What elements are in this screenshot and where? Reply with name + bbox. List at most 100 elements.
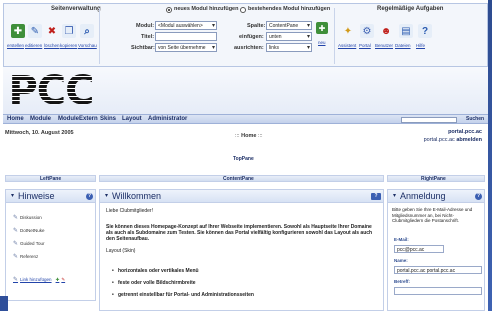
menu-module[interactable]: Module [30, 116, 51, 122]
module-menu-icon[interactable]: ▾ [103, 193, 110, 200]
portal-page: Seitenverwaltung ✚ ✎ ✖ ❐ ⌕ erstellen edi… [0, 0, 488, 311]
link-item-label[interactable]: Referenz [20, 254, 38, 259]
titel-label: Titel: [141, 34, 155, 40]
help-icon[interactable]: ? [418, 24, 432, 38]
ausrichten-select[interactable]: links [266, 43, 312, 52]
link-item-label[interactable]: Guided Tour [20, 241, 44, 246]
preview-page-link[interactable]: Vorschau [78, 43, 97, 48]
add-icon[interactable]: ✚ [56, 277, 60, 282]
pcc-logo[interactable]: PCC [8, 68, 94, 114]
modul-label: Modul: [136, 23, 155, 29]
willkommen-title: Willkommen [112, 191, 162, 201]
titel-input[interactable] [155, 32, 217, 41]
copy-page-link[interactable]: kopieren [60, 43, 77, 48]
link-item[interactable]: ✎ Guided Tour [13, 240, 44, 247]
files-icon[interactable]: ▤ [399, 24, 413, 38]
add-module-icon[interactable]: ✚ [316, 22, 328, 34]
link-item-label[interactable]: DotNetNuke [20, 228, 45, 233]
einfuegen-select[interactable]: unten [266, 32, 312, 41]
add-link-item[interactable]: ✎ Link hinzufügen ✚ ✎ [13, 276, 65, 283]
module-help-icon[interactable]: ? [371, 193, 381, 200]
content-pane-title: ContentPane [223, 176, 254, 182]
delete-page-icon[interactable]: ✖ [45, 24, 59, 38]
add-link-label[interactable]: Link hinzufügen [20, 277, 52, 282]
edit-pencil-icon[interactable]: ✎ [13, 254, 18, 260]
copy-page-icon[interactable]: ❐ [62, 24, 76, 38]
logout-link[interactable]: abmelden [456, 137, 482, 143]
users-link[interactable]: Benutzer [375, 43, 393, 48]
settings-icon[interactable]: ✎ [61, 277, 65, 282]
layout-bullet: horizontales oder vertikales Menü [112, 268, 199, 274]
edit-page-link[interactable]: editieren [25, 43, 42, 48]
logo-text: PCC [8, 68, 94, 114]
users-icon[interactable]: ☻ [379, 24, 393, 38]
menu-module-extern[interactable]: ModuleExtern [58, 116, 98, 122]
header-band: PCC [3, 67, 488, 114]
name-field[interactable]: portal.pcc.ac portal.pcc.ac [394, 266, 482, 274]
edit-pencil-icon[interactable]: ✎ [13, 241, 18, 247]
search-input[interactable] [401, 117, 457, 123]
left-pane-title: LeftPane [40, 176, 62, 182]
module-menu-icon[interactable]: ▾ [9, 193, 16, 200]
preview-page-icon[interactable]: ⌕ [80, 24, 94, 38]
info-bar: Mittwoch, 10. August 2005 ::: Home ::: p… [3, 126, 488, 148]
link-item[interactable]: ✎ DotNetNuke [13, 227, 45, 234]
spalte-select[interactable]: ContentPane [266, 21, 312, 30]
control-panel: Seitenverwaltung ✚ ✎ ✖ ❐ ⌕ erstellen edi… [3, 3, 488, 67]
main-menu: Home Module ModuleExtern Skins Layout Ad… [3, 114, 488, 124]
edit-pencil-icon[interactable]: ✎ [13, 228, 18, 234]
betreff-label: Betreff: [394, 279, 411, 284]
right-pane-title: RightPane [421, 176, 446, 182]
new-module-radio-label: neues Modul hinzufügen [174, 6, 239, 12]
breadcrumb: ::: Home ::: [235, 133, 263, 139]
portal-link[interactable]: Portal [359, 43, 371, 48]
portal-settings-icon[interactable]: ⚙ [360, 24, 374, 38]
module-menu-icon[interactable]: ▾ [391, 193, 398, 200]
create-page-icon[interactable]: ✚ [11, 24, 25, 38]
breadcrumb-suffix: ::: [257, 133, 263, 139]
betreff-field[interactable] [394, 287, 482, 295]
intro-paragraph: Sie können dieses Homepage-Konzept auf I… [106, 224, 373, 242]
willkommen-titlebar: ▾ Willkommen ? [100, 190, 383, 203]
menu-administrator[interactable]: Administrator [148, 116, 187, 122]
panel-divider [334, 8, 335, 64]
files-link[interactable]: Dateien [395, 43, 411, 48]
anmeldung-module: ▾ Anmeldung ? Bitte geben Sie Ihre E-Mai… [387, 189, 485, 311]
breadcrumb-home[interactable]: Home [241, 133, 256, 139]
window-edge [488, 0, 492, 311]
module-help-icon[interactable]: ? [86, 193, 93, 200]
willkommen-module: ▾ Willkommen ? Liebe Clubmitglieder! Sie… [99, 189, 384, 311]
user-name-link[interactable]: portal.pcc.ac [448, 129, 482, 135]
menu-skins[interactable]: Skins [100, 116, 116, 122]
email-label: E-Mail: [394, 237, 409, 242]
email-field[interactable]: pcc@pcc.ac [394, 245, 444, 253]
delete-page-link[interactable]: löschen [44, 43, 60, 48]
user-line: portal.pcc.ac abmelden [424, 137, 482, 143]
module-help-icon[interactable]: ? [475, 193, 482, 200]
modul-select[interactable]: <Modul auswählen> [155, 21, 217, 30]
existing-module-radio[interactable] [240, 7, 246, 13]
layout-bullet: getrennt einstellbar für Portal- und Adm… [112, 292, 254, 298]
menu-layout[interactable]: Layout [122, 116, 142, 122]
new-module-radio[interactable] [166, 7, 172, 13]
wizard-icon[interactable]: ✦ [341, 24, 355, 38]
search-button[interactable]: Suchen [466, 116, 484, 122]
edit-page-icon[interactable]: ✎ [28, 24, 42, 38]
sichtbar-label: Sichtbar: [131, 45, 155, 51]
add-module-link[interactable]: neu [318, 40, 326, 45]
wizard-link[interactable]: Assistent [338, 43, 356, 48]
help-link[interactable]: Hilfe [416, 43, 425, 48]
link-item[interactable]: ✎ Referenz [13, 253, 38, 260]
edit-pencil-icon[interactable]: ✎ [13, 277, 18, 283]
edit-pencil-icon[interactable]: ✎ [13, 215, 18, 221]
sichtbar-select[interactable]: von Seite übernehme [155, 43, 217, 52]
link-item[interactable]: ✎ Diskussion [13, 214, 42, 221]
layout-bullet: feste oder volle Bildschirmbreite [112, 280, 195, 286]
existing-module-radio-label: bestehendes Modul hinzufügen [248, 6, 331, 12]
user-name-link-2[interactable]: portal.pcc.ac [424, 137, 455, 143]
breadcrumb-prefix: ::: [235, 133, 240, 139]
ausrichten-label: ausrichten: [234, 45, 264, 51]
link-item-label[interactable]: Diskussion [20, 215, 42, 220]
menu-home[interactable]: Home [7, 116, 24, 122]
create-page-link[interactable]: erstellen [7, 43, 24, 48]
